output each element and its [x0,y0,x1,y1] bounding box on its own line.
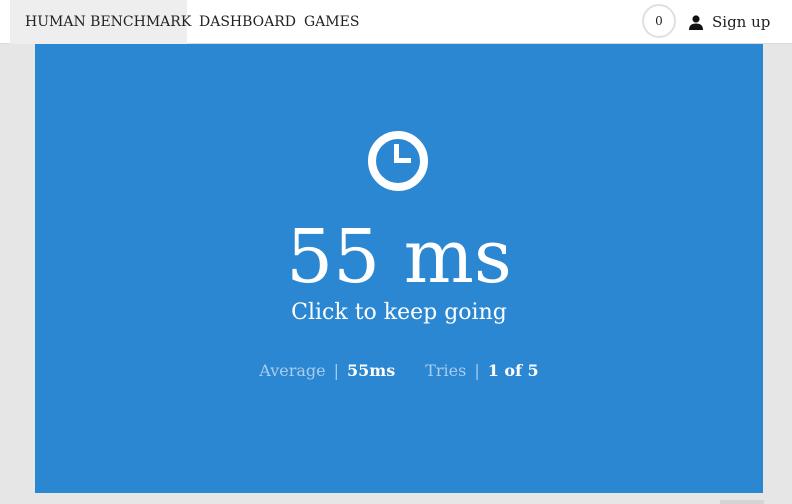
signup-link[interactable]: Sign up [689,0,770,44]
top-navbar: HUMAN BENCHMARK DASHBOARD GAMES 0 Sign u… [0,0,792,44]
signup-label: Sign up [712,13,771,31]
nav-games-label: GAMES [304,14,360,30]
brand-home-link[interactable]: HUMAN BENCHMARK [10,0,191,44]
bottom-corner-tab [720,500,764,504]
stats-row: Average | 55ms Tries | 1 of 5 [35,360,763,382]
average-separator: | [333,361,339,380]
average-label: Average [259,361,326,380]
tries-separator: | [474,361,480,380]
brand-label: HUMAN BENCHMARK [25,14,192,30]
reaction-time-result: 55 ms [286,214,512,300]
score-badge[interactable]: 0 [642,4,676,38]
user-icon [689,14,703,30]
continue-hint: Click to keep going [291,300,507,325]
tries-label: Tries [425,361,467,380]
nav-dashboard-label: DASHBOARD [199,14,297,30]
nav-dashboard-link[interactable]: DASHBOARD [199,0,296,44]
average-value: 55ms [347,361,396,380]
tries-value: 1 of 5 [487,361,539,380]
nav-games-link[interactable]: GAMES [304,0,359,44]
clock-icon [368,131,428,191]
reaction-test-area[interactable]: 55 ms Click to keep going Average | 55ms Tr… [35,44,763,493]
